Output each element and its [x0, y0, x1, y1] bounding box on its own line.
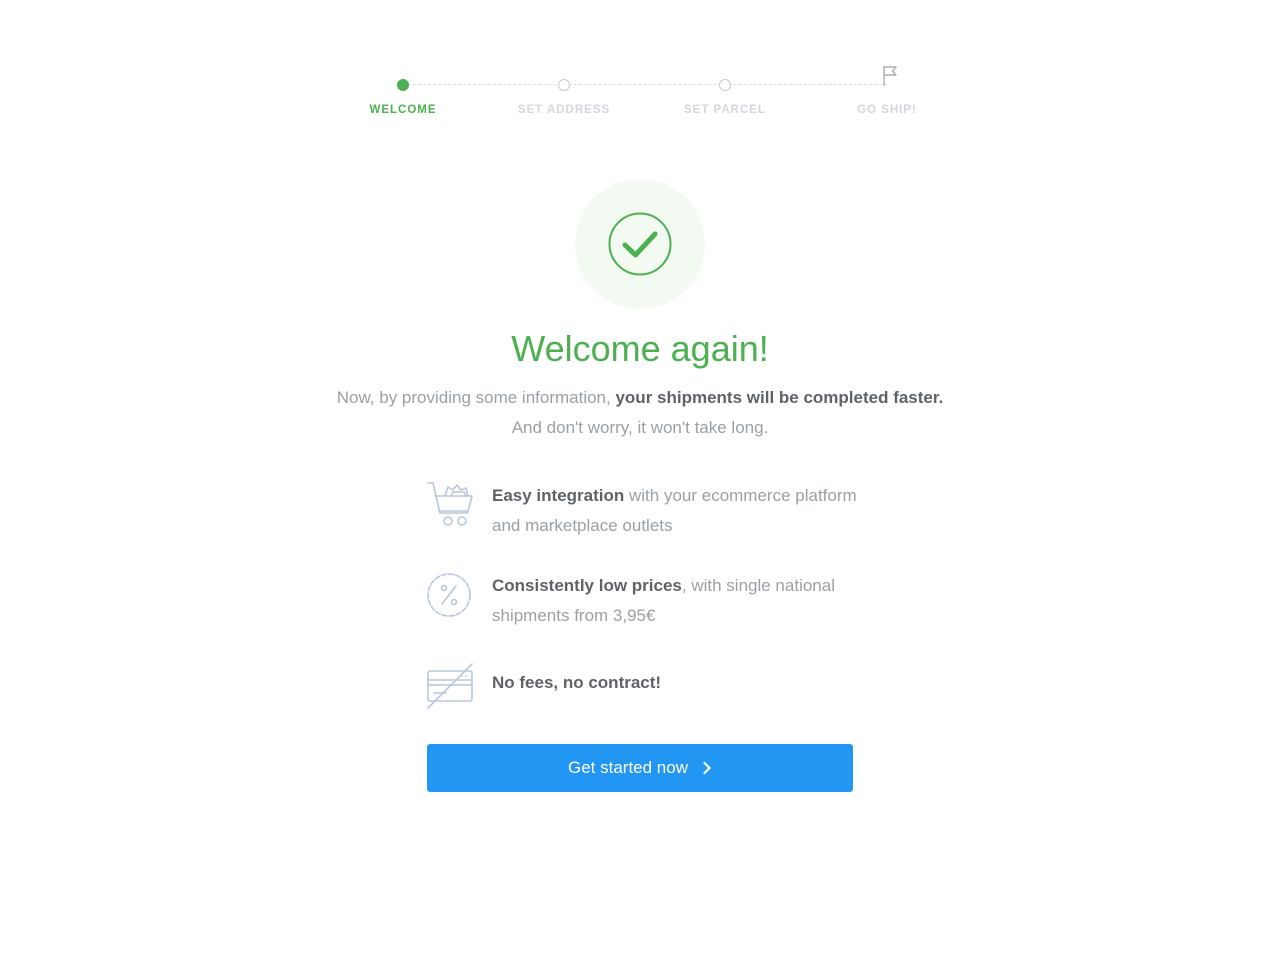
discount-badge-icon — [426, 571, 474, 619]
onboarding-page: WELCOME SET ADDRESS SET PARCEL GO SHIP! — [0, 0, 1280, 960]
success-badge — [575, 179, 705, 309]
step-label: SET ADDRESS — [517, 104, 611, 116]
step-go-ship: GO SHIP! — [807, 0, 967, 130]
check-circle-icon — [608, 212, 672, 276]
step-welcome: WELCOME — [323, 0, 483, 130]
step-dot — [558, 79, 570, 91]
step-dot — [719, 79, 731, 91]
feature-text: Consistently low prices, with single nat… — [492, 571, 866, 631]
feature-title: Consistently low prices — [492, 576, 682, 595]
step-set-parcel: SET PARCEL — [645, 0, 805, 130]
progress-stepper: WELCOME SET ADDRESS SET PARCEL GO SHIP! — [0, 0, 1280, 130]
step-dot — [397, 79, 409, 91]
feature-title: Easy integration — [492, 486, 625, 505]
intro-text: Now, by providing some information, your… — [240, 383, 1040, 443]
feature-title: No fees, no contract! — [492, 673, 662, 692]
chevron-right-icon — [702, 761, 712, 775]
get-started-label: Get started now — [567, 758, 688, 777]
intro-bold: your shipments will be completed faster. — [615, 388, 944, 407]
feature-text: Easy integration with your ecommerce pla… — [492, 481, 866, 541]
step-label: SET PARCEL — [684, 104, 766, 116]
intro-line2: And don't worry, it won't take long. — [511, 418, 769, 437]
no-credit-card-icon — [426, 662, 474, 710]
feature-text: No fees, no contract! — [492, 668, 866, 698]
shopping-cart-icon — [426, 481, 474, 529]
intro-part1: Now, by providing some information, — [336, 388, 616, 407]
step-label: WELCOME — [369, 104, 437, 116]
step-set-address: SET ADDRESS — [484, 0, 644, 130]
get-started-button[interactable]: Get started now — [427, 744, 853, 792]
flag-icon — [879, 64, 899, 88]
page-title: Welcome again! — [511, 328, 769, 369]
step-label: GO SHIP! — [857, 104, 917, 116]
